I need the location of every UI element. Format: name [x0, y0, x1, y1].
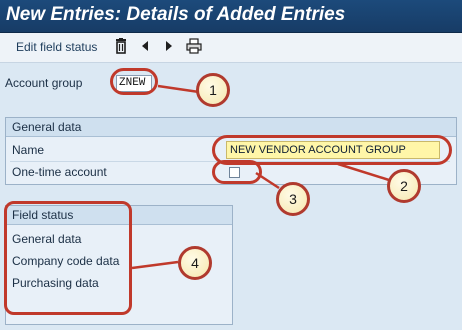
one-time-account-label: One-time account [12, 165, 107, 179]
edit-field-status-button[interactable]: Edit field status [16, 40, 97, 54]
name-label: Name [12, 143, 45, 157]
window-title: New Entries: Details of Added Entries [6, 4, 346, 25]
checkbox-highlight [212, 160, 262, 184]
callout-3: 3 [276, 182, 310, 216]
account-group-label: Account group [5, 76, 83, 90]
field-status-highlight [4, 201, 132, 315]
callout-4: 4 [178, 246, 212, 280]
print-icon[interactable] [186, 38, 202, 56]
next-icon[interactable] [164, 38, 180, 56]
application-toolbar: Edit field status [0, 33, 462, 63]
trash-icon[interactable] [114, 38, 130, 56]
callout-2: 2 [387, 169, 421, 203]
title-bar: New Entries: Details of Added Entries [0, 0, 462, 33]
previous-icon[interactable] [140, 38, 156, 56]
account-group-highlight [110, 68, 158, 95]
callout-1: 1 [196, 73, 230, 107]
